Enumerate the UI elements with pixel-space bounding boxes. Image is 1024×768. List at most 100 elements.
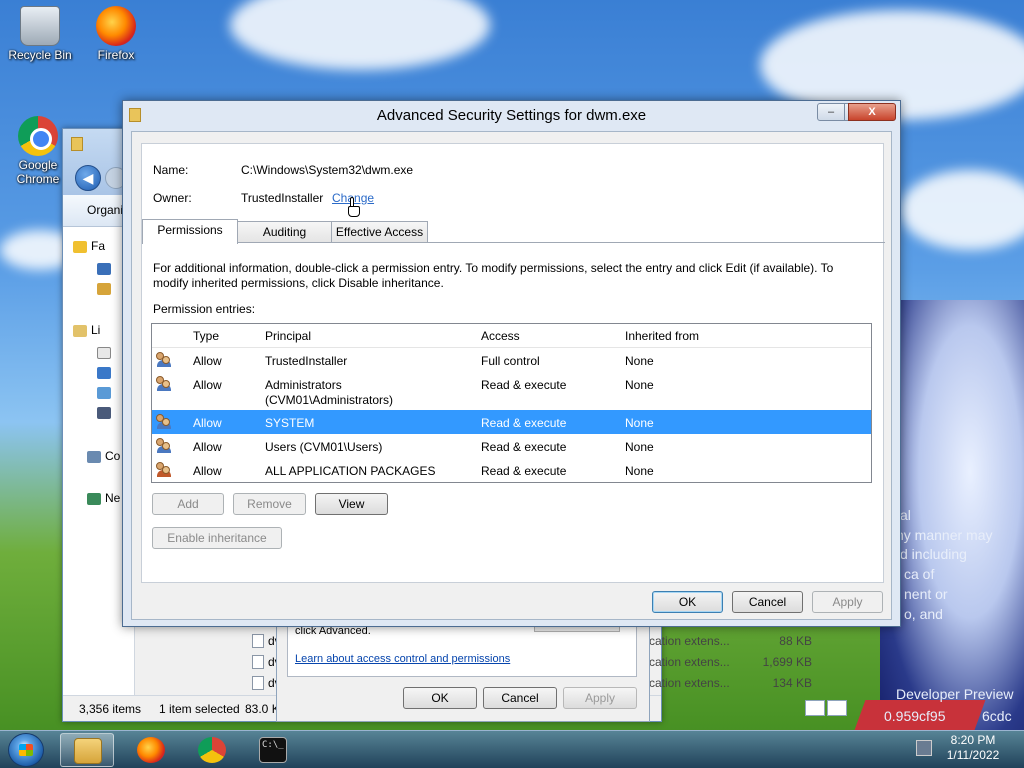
tab-permissions[interactable]: Permissions [142, 219, 238, 244]
file-icon [252, 676, 264, 690]
desktop-icon-recycle-bin[interactable]: Recycle Bin [2, 6, 78, 62]
permission-entries-list: Type Principal Access Inherited from All… [151, 323, 872, 483]
watermark-text: d including [900, 546, 967, 562]
taskbar: C:\_ [0, 730, 1024, 768]
documents-icon [97, 346, 111, 359]
nav-item-videos[interactable] [97, 405, 115, 419]
column-header-principal[interactable]: Principal [265, 329, 311, 343]
cell-type: Allow [193, 378, 222, 392]
tab-auditing[interactable]: Auditing [237, 221, 332, 243]
windows-logo-icon [19, 744, 33, 756]
info-text-line2: modify inherited permissions, click Disa… [153, 276, 444, 290]
clock-date: 1/11/2022 [946, 748, 1000, 762]
pictures-icon [97, 386, 111, 399]
cell-inherited: None [625, 354, 654, 368]
column-header-inherited[interactable]: Inherited from [625, 329, 699, 343]
start-button[interactable] [8, 733, 44, 767]
taskbar-explorer-button[interactable] [60, 733, 114, 767]
nav-item-computer[interactable]: Co [87, 449, 120, 463]
table-row[interactable]: Allow Administrators (CVM01\Administrato… [152, 372, 871, 410]
network-icon [87, 492, 101, 505]
status-item-count: 3,356 items [79, 702, 142, 716]
enable-inheritance-button[interactable]: Enable inheritance [152, 527, 282, 549]
column-header-type[interactable]: Type [193, 329, 219, 343]
remove-button[interactable]: Remove [233, 493, 306, 515]
properties-cancel-button[interactable]: Cancel [483, 687, 557, 709]
add-button[interactable]: Add [152, 493, 224, 515]
chrome-icon [198, 737, 226, 763]
apply-button[interactable]: Apply [812, 591, 883, 613]
watermark-text: al [900, 507, 911, 523]
close-button[interactable]: X [848, 103, 896, 121]
view-button[interactable]: View [315, 493, 388, 515]
cell-type: Allow [193, 440, 222, 454]
table-row[interactable]: Allow TrustedInstaller Full control None [152, 348, 871, 372]
nav-item-downloads[interactable] [97, 281, 115, 295]
status-selected: 1 item selected [159, 702, 240, 716]
name-value: C:\Windows\System32\dwm.exe [241, 163, 414, 177]
nav-item-favorites[interactable]: Fa [73, 239, 105, 253]
details-view-button[interactable] [805, 700, 825, 716]
cell-principal: ALL APPLICATION PACKAGES [265, 464, 436, 478]
nav-item-music[interactable] [97, 365, 115, 379]
firefox-icon [96, 6, 136, 46]
cell-inherited: None [625, 440, 654, 454]
star-icon [73, 240, 87, 253]
nav-item-network[interactable]: Ne [87, 491, 120, 505]
users-icon [156, 376, 172, 392]
owner-label: Owner: [153, 191, 192, 205]
organize-button[interactable]: Organi [87, 203, 123, 217]
network-tray-icon[interactable] [916, 740, 932, 756]
content-panel: Name: C:\Windows\System32\dwm.exe Owner:… [141, 143, 885, 583]
back-button[interactable]: ◀ [75, 165, 101, 191]
tab-effective-access[interactable]: Effective Access [331, 221, 428, 243]
cell-access: Read & execute [481, 440, 567, 454]
cloud [230, 0, 490, 70]
desktop-icon-label: Google Chrome [16, 158, 60, 186]
minimize-button[interactable]: – [817, 103, 845, 121]
recycle-bin-icon [20, 6, 60, 46]
file-icon [252, 634, 264, 648]
cancel-button[interactable]: Cancel [732, 591, 803, 613]
command-prompt-icon: C:\_ [259, 737, 287, 763]
cell-principal: TrustedInstaller [265, 354, 348, 368]
taskbar-cmd-button[interactable]: C:\_ [246, 733, 300, 767]
file-size: 88 KB [779, 634, 812, 648]
nav-item-pictures[interactable] [97, 385, 115, 399]
table-row[interactable]: Allow Users (CVM01\Users) Read & execute… [152, 434, 871, 458]
nav-item-desktop[interactable] [97, 261, 115, 275]
libraries-icon [73, 324, 87, 337]
taskbar-chrome-button[interactable] [185, 733, 239, 767]
chrome-icon [18, 116, 58, 156]
large-icons-view-button[interactable] [827, 700, 847, 716]
taskbar-firefox-button[interactable] [124, 733, 178, 767]
desktop-icon [97, 262, 111, 275]
taskbar-clock[interactable]: 8:20 PM 1/11/2022 [940, 733, 1006, 763]
clock-time: 8:20 PM [950, 733, 996, 747]
dialog-client-area: Name: C:\Windows\System32\dwm.exe Owner:… [131, 131, 892, 620]
nav-item-documents[interactable] [97, 345, 115, 359]
cell-access: Read & execute [481, 416, 567, 430]
properties-apply-button[interactable]: Apply [563, 687, 637, 709]
properties-ok-button[interactable]: OK [403, 687, 477, 709]
desktop-icon-label: Firefox [97, 48, 135, 62]
desktop-icon-firefox[interactable]: Firefox [78, 6, 154, 62]
access-control-help-link[interactable]: Learn about access control and permissio… [295, 653, 510, 665]
watermark-text: Developer Preview [896, 686, 1014, 702]
owner-value: TrustedInstaller [241, 191, 324, 205]
table-row[interactable]: Allow ALL APPLICATION PACKAGES Read & ex… [152, 458, 871, 482]
watermark-text: 6cdc [982, 708, 1012, 724]
cell-principal-detail: (CVM01\Administrators) [265, 393, 394, 407]
nav-item-libraries[interactable]: Li [73, 323, 100, 337]
watermark-text: 0.959cf95 [884, 708, 946, 724]
column-header-access[interactable]: Access [481, 329, 520, 343]
explorer-icon [74, 738, 102, 764]
cell-inherited: None [625, 416, 654, 430]
folder-icon [71, 137, 83, 151]
computer-icon [87, 450, 101, 463]
info-text-line1: For additional information, double-click… [153, 261, 834, 275]
ok-button[interactable]: OK [652, 591, 723, 613]
table-row-selected[interactable]: Allow SYSTEM Read & execute None [152, 410, 871, 434]
nav-label: Co [105, 449, 121, 463]
nav-label: Fa [91, 239, 106, 253]
